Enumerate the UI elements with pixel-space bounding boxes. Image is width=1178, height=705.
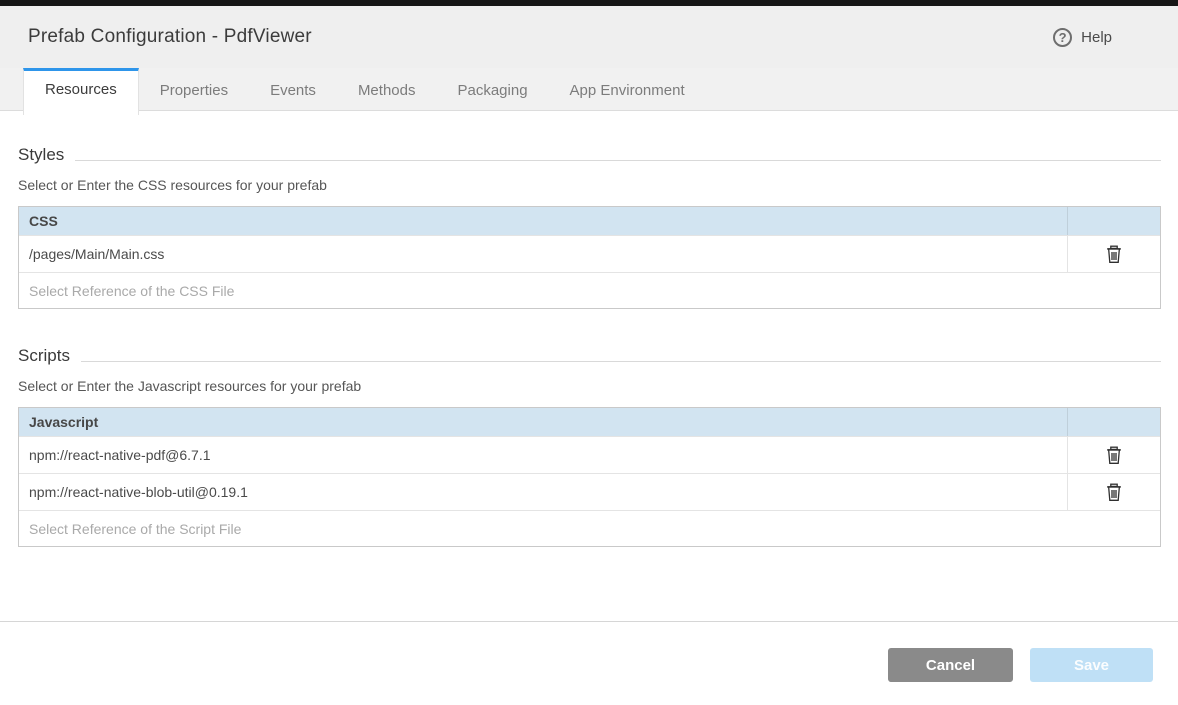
- tab-label: App Environment: [570, 82, 685, 99]
- script-resource-placeholder-input[interactable]: Select Reference of the Script File: [19, 510, 1160, 546]
- prefab-configuration-dialog: Prefab Configuration - PdfViewer ? Help …: [0, 0, 1178, 705]
- delete-script-resource-button[interactable]: [1100, 441, 1128, 469]
- table-row: npm://react-native-blob-util@0.19.1: [19, 473, 1160, 510]
- tab-properties[interactable]: Properties: [139, 68, 249, 110]
- javascript-column-header: Javascript: [19, 408, 1068, 436]
- tab-packaging[interactable]: Packaging: [436, 68, 548, 110]
- trash-icon: [1105, 245, 1123, 264]
- help-button[interactable]: ? Help: [1053, 28, 1112, 47]
- resources-panel: Styles Select or Enter the CSS resources…: [0, 146, 1178, 547]
- table-header-row: Javascript: [19, 408, 1160, 436]
- table-header-row: CSS: [19, 207, 1160, 235]
- trash-icon: [1105, 446, 1123, 465]
- scripts-section-description: Select or Enter the Javascript resources…: [18, 378, 1161, 394]
- table-row: /pages/Main/Main.css: [19, 235, 1160, 272]
- tab-methods[interactable]: Methods: [337, 68, 437, 110]
- tab-resources[interactable]: Resources: [23, 68, 139, 115]
- styles-section-title: Styles: [18, 146, 1161, 164]
- tab-events[interactable]: Events: [249, 68, 337, 110]
- trash-icon: [1105, 483, 1123, 502]
- actions-column-header: [1068, 408, 1160, 436]
- actions-cell: [1068, 437, 1160, 473]
- tab-label: Methods: [358, 82, 416, 99]
- tab-app-environment[interactable]: App Environment: [549, 68, 706, 110]
- delete-css-resource-button[interactable]: [1100, 240, 1128, 268]
- script-resource-value[interactable]: npm://react-native-blob-util@0.19.1: [19, 474, 1068, 510]
- scripts-section-title: Scripts: [18, 347, 1161, 365]
- styles-section-description: Select or Enter the CSS resources for yo…: [18, 177, 1161, 193]
- css-resource-placeholder-input[interactable]: Select Reference of the CSS File: [19, 272, 1160, 308]
- css-resources-table: CSS /pages/Main/Main.css: [18, 206, 1161, 309]
- help-label: Help: [1081, 29, 1112, 46]
- tab-label: Resources: [45, 81, 117, 98]
- dialog-header: Prefab Configuration - PdfViewer ? Help: [0, 6, 1178, 68]
- cancel-button[interactable]: Cancel: [888, 648, 1013, 682]
- script-resource-value[interactable]: npm://react-native-pdf@6.7.1: [19, 437, 1068, 473]
- delete-script-resource-button[interactable]: [1100, 478, 1128, 506]
- tab-label: Packaging: [457, 82, 527, 99]
- save-button[interactable]: Save: [1030, 648, 1153, 682]
- actions-cell: [1068, 474, 1160, 510]
- page-title: Prefab Configuration - PdfViewer: [28, 26, 312, 48]
- tab-label: Properties: [160, 82, 228, 99]
- table-row: npm://react-native-pdf@6.7.1: [19, 436, 1160, 473]
- actions-cell: [1068, 236, 1160, 272]
- question-mark-icon: ?: [1053, 28, 1072, 47]
- css-column-header: CSS: [19, 207, 1068, 235]
- css-resource-value[interactable]: /pages/Main/Main.css: [19, 236, 1068, 272]
- script-resources-table: Javascript npm://react-native-pdf@6.7.1: [18, 407, 1161, 547]
- actions-column-header: [1068, 207, 1160, 235]
- tab-bar: Resources Properties Events Methods Pack…: [0, 68, 1178, 111]
- dialog-footer: Cancel Save: [0, 621, 1178, 705]
- tab-label: Events: [270, 82, 316, 99]
